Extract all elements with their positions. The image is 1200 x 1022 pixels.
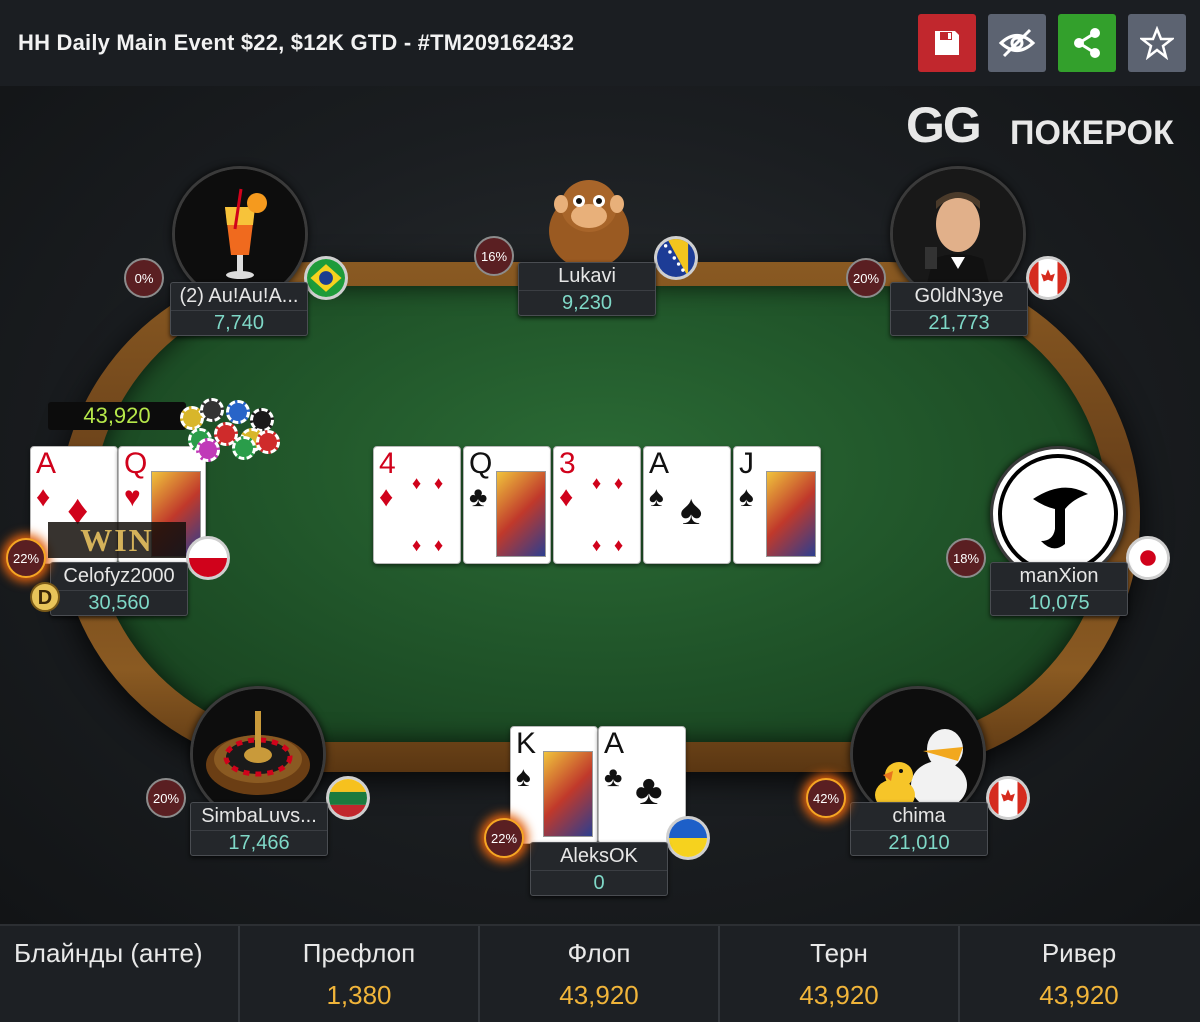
board-card: A ♠ ♠ bbox=[643, 446, 731, 564]
street-blinds[interactable]: Блайнды (анте) bbox=[0, 926, 240, 1022]
share-button[interactable] bbox=[1058, 14, 1116, 72]
share-icon bbox=[1074, 28, 1100, 58]
card-rank: A bbox=[36, 447, 57, 480]
poland-flag-icon bbox=[186, 536, 230, 580]
player-name: manXion bbox=[1019, 565, 1099, 587]
card-suit: ♦ bbox=[36, 481, 51, 512]
vpip-stat-badge[interactable]: 18% bbox=[946, 538, 986, 578]
save-button[interactable] bbox=[918, 14, 976, 72]
card-suit: ♣ bbox=[469, 481, 488, 512]
player-name: AleksOK bbox=[560, 845, 638, 867]
vpip-stat-badge[interactable]: 22% bbox=[6, 538, 46, 578]
card-suit: ♣ bbox=[604, 761, 623, 792]
player-name: Celofyz2000 bbox=[63, 565, 175, 587]
board-card: 3 ♦ ♦ ♦ ♦ ♦ bbox=[553, 446, 641, 564]
card-rank: K bbox=[516, 727, 537, 760]
player-stack: 9,230 bbox=[519, 290, 655, 315]
card-suit: ♥ bbox=[124, 481, 141, 512]
player-stack: 21,010 bbox=[851, 830, 987, 855]
player-name: chima bbox=[892, 805, 946, 827]
monkey-avatar[interactable] bbox=[524, 146, 654, 276]
card-rank: 4 bbox=[379, 447, 396, 480]
vpip-stat-badge[interactable]: 20% bbox=[146, 778, 186, 818]
vpip-stat-badge[interactable]: 20% bbox=[846, 258, 886, 298]
street-turn[interactable]: Терн 43,920 bbox=[720, 926, 960, 1022]
player-stack: 17,466 bbox=[191, 830, 327, 855]
card-rank: J bbox=[739, 447, 754, 480]
player-nameplate[interactable]: Celofyz2000 30,560 bbox=[50, 562, 188, 616]
player-stack: 30,560 bbox=[51, 590, 187, 615]
player-nameplate[interactable]: chima 21,010 bbox=[850, 802, 988, 856]
hide-button[interactable] bbox=[988, 14, 1046, 72]
japan-flag-icon bbox=[1126, 536, 1170, 580]
favorite-button[interactable] bbox=[1128, 14, 1186, 72]
hand-title: HH Daily Main Event $22, $12K GTD - #TM2… bbox=[18, 30, 575, 55]
card-rank: Q bbox=[124, 447, 148, 480]
player-nameplate[interactable]: manXion 10,075 bbox=[990, 562, 1128, 616]
vpip-stat-badge[interactable]: 42% bbox=[806, 778, 846, 818]
bosnia-flag-icon bbox=[654, 236, 698, 280]
street-flop[interactable]: Флоп 43,920 bbox=[480, 926, 720, 1022]
card-suit: ♦ bbox=[379, 481, 394, 512]
card-rank: A bbox=[604, 727, 625, 760]
street-summary-bar: Блайнды (анте) Префлоп 1,380 Флоп 43,920… bbox=[0, 924, 1200, 1022]
player-nameplate[interactable]: Lukavi 9,230 bbox=[518, 262, 656, 316]
win-badge: WIN bbox=[48, 522, 186, 558]
board-card: J ♠ bbox=[733, 446, 821, 564]
floppy-disk-icon bbox=[935, 31, 959, 55]
board-card: 4 ♦ ♦ ♦ ♦ ♦ bbox=[373, 446, 461, 564]
top-bar: HH Daily Main Event $22, $12K GTD - #TM2… bbox=[0, 0, 1200, 86]
player-stack: 10,075 bbox=[991, 590, 1127, 615]
card-suit: ♠ bbox=[516, 761, 531, 792]
lithuania-flag-icon bbox=[326, 776, 370, 820]
card-rank: 3 bbox=[559, 447, 576, 480]
brazil-flag-icon bbox=[304, 256, 348, 300]
win-amount: 43,920 bbox=[48, 402, 186, 430]
street-preflop[interactable]: Префлоп 1,380 bbox=[240, 926, 480, 1022]
player-name: G0ldN3ye bbox=[914, 285, 1004, 307]
canada-flag-icon bbox=[986, 776, 1030, 820]
ukraine-flag-icon bbox=[666, 816, 710, 860]
card-suit: ♠ bbox=[649, 481, 664, 512]
board-card: Q ♣ bbox=[463, 446, 551, 564]
player-stack: 7,740 bbox=[171, 310, 307, 335]
vpip-stat-badge[interactable]: 0% bbox=[124, 258, 164, 298]
player-nameplate[interactable]: SimbaLuvs... 17,466 bbox=[190, 802, 328, 856]
card-suit: ♦ bbox=[559, 481, 574, 512]
card-rank: A bbox=[649, 447, 670, 480]
player-nameplate[interactable]: G0ldN3ye 21,773 bbox=[890, 282, 1028, 336]
street-river[interactable]: Ривер 43,920 bbox=[960, 926, 1198, 1022]
eye-off-icon bbox=[998, 28, 1036, 58]
replay-app: HH Daily Main Event $22, $12K GTD - #TM2… bbox=[0, 0, 1200, 1022]
canada-flag-icon bbox=[1026, 256, 1070, 300]
player-nameplate[interactable]: (2) Au!Au!A... 7,740 bbox=[170, 282, 308, 336]
vpip-stat-badge[interactable]: 22% bbox=[484, 818, 524, 858]
dealer-button: D bbox=[30, 582, 60, 612]
player-name: (2) Au!Au!A... bbox=[179, 285, 299, 307]
player-name: Lukavi bbox=[558, 265, 616, 287]
card-suit: ♠ bbox=[739, 481, 754, 512]
pokerok-logo-text: ПОКЕРОК bbox=[1010, 114, 1174, 152]
hero-card: K ♠ bbox=[510, 726, 598, 844]
player-stack: 0 bbox=[531, 870, 667, 895]
gg-logo: GG bbox=[906, 97, 982, 153]
player-stack: 21,773 bbox=[891, 310, 1027, 335]
star-icon bbox=[1140, 26, 1174, 60]
card-rank: Q bbox=[469, 447, 493, 480]
player-nameplate[interactable]: AleksOK 0 bbox=[530, 842, 668, 896]
vpip-stat-badge[interactable]: 16% bbox=[474, 236, 514, 276]
player-name: SimbaLuvs... bbox=[201, 805, 317, 827]
